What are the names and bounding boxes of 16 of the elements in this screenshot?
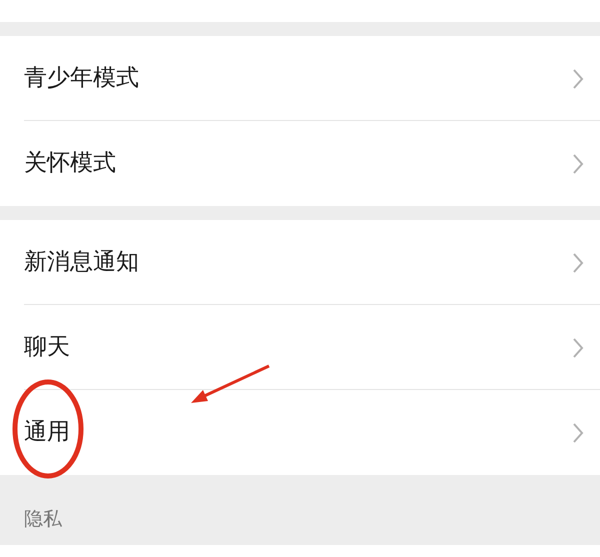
row-label: 关怀模式 — [24, 149, 117, 178]
row-label: 青少年模式 — [24, 64, 140, 94]
row-label: 聊天 — [24, 333, 71, 362]
chevron-icon — [572, 422, 584, 444]
row-label: 新消息通知 — [24, 248, 140, 278]
settings-row[interactable]: 关怀模式 — [0, 121, 600, 206]
settings-row[interactable]: 聊天 — [0, 305, 600, 390]
section-header: 隐私 — [24, 506, 62, 532]
settings-row[interactable]: 通用 — [0, 390, 600, 475]
settings-row[interactable]: 新消息通知 — [0, 220, 600, 305]
chevron-icon — [572, 152, 584, 174]
settings-row[interactable]: 青少年模式 — [0, 36, 600, 121]
chevron-icon — [572, 68, 584, 90]
chevron-icon — [572, 336, 584, 358]
chevron-icon — [572, 252, 584, 274]
row-label: 通用 — [24, 418, 71, 448]
